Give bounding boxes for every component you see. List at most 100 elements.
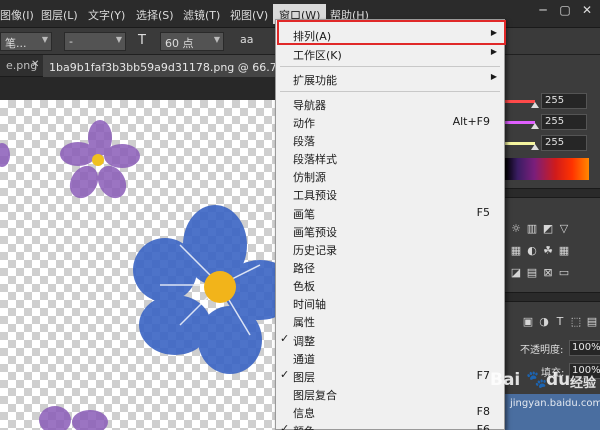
menu-item-paragraph-styles[interactable]: 段落样式 [276, 149, 504, 167]
baidu-watermark: Bai 🐾 du 经验 jingyan.baidu.com [470, 366, 600, 424]
exposure-icon[interactable]: ◩ [541, 222, 555, 236]
levels-icon[interactable]: ▥ [525, 222, 539, 236]
menu-image[interactable]: 图像(I) [0, 7, 34, 23]
menu-item-paths[interactable]: 路径 [276, 258, 504, 276]
gradient-triangle-icon[interactable]: ▽ [557, 222, 571, 236]
anti-alias-icon[interactable]: aa [240, 33, 253, 46]
color-lookup-icon[interactable]: ▦ [557, 244, 571, 258]
menu-item-label: 路径 [293, 262, 315, 275]
purple-flower-fragment-image [0, 143, 10, 167]
menu-separator [280, 91, 500, 92]
menu-item-label: 段落样式 [293, 153, 337, 166]
menu-select[interactable]: 选择(S) [136, 7, 174, 23]
menu-item-shortcut: Alt+F9 [452, 115, 490, 128]
menu-item-label: 图层 [293, 371, 315, 384]
gradient-map-icon[interactable]: ▭ [557, 266, 571, 280]
menu-item-brush[interactable]: 画笔 F5 [276, 204, 504, 222]
checkmark-icon: ✓ [280, 332, 290, 345]
slider-thumb-icon[interactable] [531, 102, 539, 108]
type-filter-icon[interactable]: T [553, 315, 567, 329]
menu-type[interactable]: 文字(Y) [88, 7, 125, 23]
submenu-arrow-icon: ▶ [490, 72, 497, 81]
channel-mixer-icon[interactable]: ☘ [541, 244, 555, 258]
font-family-select[interactable]: 笔... ▼ [0, 32, 52, 51]
menu-item-tool-presets[interactable]: 工具预设 [276, 185, 504, 203]
menu-item-label: 调整 [293, 335, 315, 348]
menu-item-clone-source[interactable]: 仿制源 [276, 167, 504, 185]
close-icon[interactable]: ✕ [574, 0, 600, 20]
menu-item-extensions[interactable]: 扩展功能 ▶ [276, 70, 504, 88]
adjustment-filter-icon[interactable]: ◑ [537, 315, 551, 329]
menu-item-label: 颜色 [293, 423, 315, 430]
green-value-input[interactable]: 255 [541, 114, 587, 130]
menu-item-label: 属性 [293, 316, 315, 329]
purple-flower-bottom-image [39, 406, 108, 430]
blue-slider-row: 255 [501, 133, 600, 153]
menu-view[interactable]: 视图(V) [230, 7, 268, 23]
watermark-logo: Bai [490, 370, 521, 390]
menu-filter[interactable]: 滤镜(T) [183, 7, 220, 23]
color-spectrum[interactable] [505, 158, 589, 180]
chevron-down-icon: ▼ [41, 35, 48, 44]
menu-item-label: 动作 [293, 117, 315, 130]
invert-icon[interactable]: ◪ [509, 266, 523, 280]
menu-item-channels[interactable]: 通道 [276, 349, 504, 367]
menu-item-label: 工具预设 [293, 189, 337, 202]
slider-thumb-icon[interactable] [531, 123, 539, 129]
menu-item-adjustments[interactable]: ✓ 调整 [276, 331, 504, 349]
menu-item-label: 时间轴 [293, 298, 326, 311]
blue-flower-image [133, 205, 290, 374]
menu-item-label: 图层复合 [293, 389, 337, 402]
menu-item-label: 信息 [293, 407, 315, 420]
menu-item-paragraph[interactable]: 段落 [276, 131, 504, 149]
posterize-icon[interactable]: ▤ [525, 266, 539, 280]
shape-filter-icon[interactable]: ⬚ [569, 315, 583, 329]
menu-item-properties[interactable]: 属性 [276, 312, 504, 330]
menu-item-workspace[interactable]: 工作区(K) ▶ [276, 45, 504, 63]
menu-separator [280, 66, 500, 67]
selective-color-icon[interactable]: ⊠ [541, 266, 555, 280]
chevron-down-icon: ▼ [115, 35, 122, 44]
menu-layer[interactable]: 图层(L) [41, 7, 78, 23]
document-canvas[interactable] [0, 100, 290, 430]
brightness-icon[interactable]: ☼ [509, 222, 523, 236]
pixel-filter-icon[interactable]: ▣ [521, 315, 535, 329]
panel-divider [501, 188, 600, 198]
font-size-select[interactable]: 60 点 ▼ [160, 32, 224, 51]
font-size-icon: T [138, 33, 146, 48]
tab-document-2[interactable]: 1ba9b1faf3b3bb59a9d31178.png @ 66.7% (图层 [43, 55, 283, 77]
smart-object-filter-icon[interactable]: ▤ [585, 315, 599, 329]
checkmark-icon: ✓ [280, 368, 290, 381]
submenu-arrow-icon: ▶ [490, 47, 497, 56]
close-tab-icon[interactable]: ✕ [31, 59, 39, 70]
menu-item-timeline[interactable]: 时间轴 [276, 294, 504, 312]
checkmark-icon: ✓ [280, 422, 290, 430]
menu-item-swatches[interactable]: 色板 [276, 276, 504, 294]
menu-item-label: 仿制源 [293, 171, 326, 184]
green-slider-row: 255 [501, 112, 600, 132]
opacity-input[interactable]: 100% [569, 340, 600, 356]
slider-thumb-icon[interactable] [531, 144, 539, 150]
menu-item-label: 通道 [293, 353, 315, 366]
opacity-label: 不透明度: [520, 345, 564, 356]
menu-item-navigator[interactable]: 导航器 [276, 95, 504, 113]
red-value-input[interactable]: 255 [541, 93, 587, 109]
color-balance-icon[interactable]: ▦ [509, 244, 523, 258]
font-style-select[interactable]: - ▼ [64, 32, 126, 51]
menu-item-label: 画笔 [293, 208, 315, 221]
menu-item-actions[interactable]: 动作 Alt+F9 [276, 113, 504, 131]
menu-item-label: 画笔预设 [293, 226, 337, 239]
photo-filter-icon[interactable]: ◐ [525, 244, 539, 258]
menu-item-label: 导航器 [293, 99, 326, 112]
watermark-suffix: 经验 [570, 376, 597, 391]
blue-value-input[interactable]: 255 [541, 135, 587, 151]
menu-item-shortcut: F6 [476, 423, 490, 430]
menu-item-history[interactable]: 历史记录 [276, 240, 504, 258]
menu-item-label: 历史记录 [293, 244, 337, 257]
menu-item-label: 扩展功能 [293, 74, 337, 87]
watermark-url: jingyan.baidu.com [510, 398, 600, 409]
menu-item-brush-presets[interactable]: 画笔预设 [276, 222, 504, 240]
highlight-annotation [277, 20, 506, 45]
menu-item-label: 色板 [293, 280, 315, 293]
font-size-value: 60 点 [165, 37, 194, 50]
